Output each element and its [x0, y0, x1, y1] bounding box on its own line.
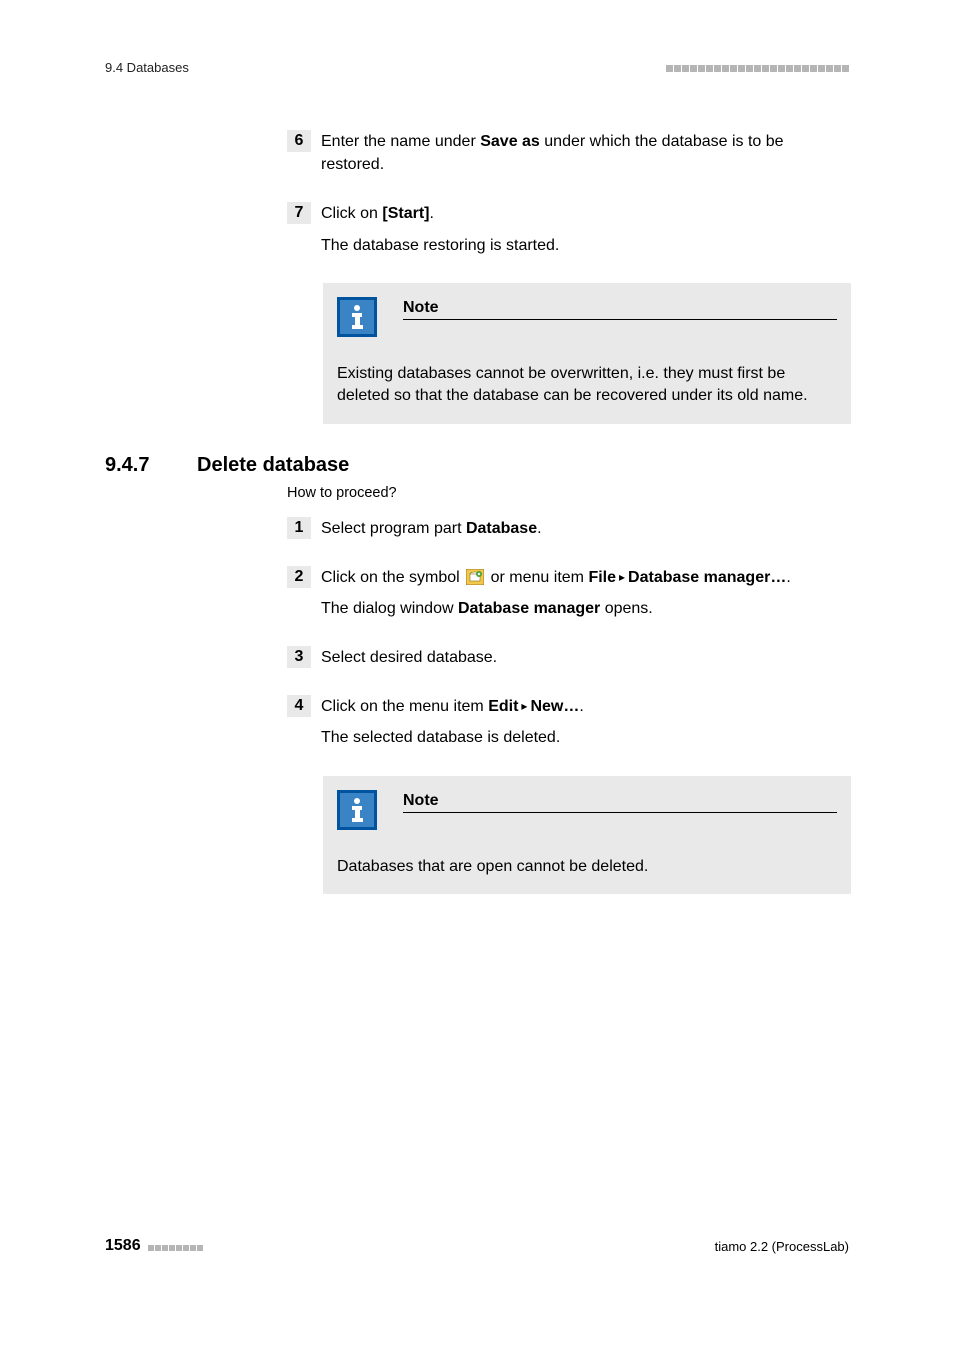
section-title: Delete database [197, 454, 349, 477]
menu-arrow-icon: ▸ [521, 699, 527, 713]
note-body: Existing databases cannot be overwritten… [337, 363, 837, 408]
step-row: 3 Select desired database. [287, 646, 849, 677]
step-text: Enter the name under Save as under which… [321, 130, 849, 184]
step-text-segment: or menu item [486, 569, 588, 586]
note-title: Note [403, 792, 837, 813]
step-text-segment: Click on [321, 205, 382, 222]
section-number: 9.4.7 [105, 454, 197, 477]
step-text-bold: Edit [488, 698, 518, 715]
step-text: Click on the menu item Edit▸New…. The se… [321, 695, 849, 757]
step-text-segment: Click on the menu item [321, 698, 488, 715]
step-subtext-segment: The dialog window [321, 600, 458, 617]
step-number: 6 [287, 130, 311, 152]
step-text: Click on the symbol or menu item File▸Da… [321, 566, 849, 628]
note-box: Note Databases that are open cannot be d… [323, 776, 851, 894]
page-number: 1586 [105, 1237, 141, 1255]
step-row: 2 Click on the symbol or menu item File▸… [287, 566, 849, 628]
header-breadcrumb: 9.4 Databases [105, 60, 189, 75]
step-text: Select desired database. [321, 646, 849, 677]
note-head: Note [337, 790, 837, 830]
info-icon [337, 790, 377, 830]
page-content: 6 Enter the name under Save as under whi… [105, 130, 849, 894]
page-footer: 1586 tiamo 2.2 (ProcessLab) [105, 1237, 849, 1255]
step-text-segment: . [786, 569, 790, 586]
step-text-segment: Select desired database. [321, 646, 849, 669]
step-number: 3 [287, 646, 311, 668]
step-text-bold: Database manager… [628, 569, 786, 586]
footer-squares-decor [147, 1239, 203, 1254]
step-subtext: The selected database is deleted. [321, 726, 849, 749]
step-row: 1 Select program part Database. [287, 517, 849, 548]
section-heading: 9.4.7 Delete database [105, 454, 849, 477]
step-number: 2 [287, 566, 311, 588]
note-title-wrap: Note [403, 297, 837, 320]
step-text-bold: File [588, 569, 616, 586]
header-squares-decor [665, 60, 849, 75]
step-text-segment: . [579, 698, 583, 715]
step-text: Click on [Start]. The database restoring… [321, 202, 849, 264]
footer-left: 1586 [105, 1237, 203, 1255]
step-text-segment: . [429, 205, 433, 222]
step-text-segment: . [537, 520, 541, 537]
step-text-segment: Enter the name under [321, 133, 480, 150]
step-number: 7 [287, 202, 311, 224]
step-text-bold: [Start] [382, 205, 429, 222]
menu-arrow-icon: ▸ [619, 570, 625, 584]
database-manager-icon [466, 569, 484, 585]
step-text-bold: Save as [480, 133, 540, 150]
document-page: 9.4 Databases 6 Enter the name under Sav… [0, 0, 954, 1350]
footer-product-name: tiamo 2.2 (ProcessLab) [715, 1239, 849, 1254]
step-text-bold: New… [530, 698, 579, 715]
step-text-segment: Select program part [321, 520, 466, 537]
note-title-wrap: Note [403, 790, 837, 813]
step-row: 7 Click on [Start]. The database restori… [287, 202, 849, 264]
step-text-bold: Database [466, 520, 537, 537]
step-row: 4 Click on the menu item Edit▸New…. The … [287, 695, 849, 757]
note-box: Note Existing databases cannot be overwr… [323, 283, 851, 424]
step-text-segment: Click on the symbol [321, 569, 464, 586]
step-subtext-segment: opens. [600, 600, 652, 617]
note-title: Note [403, 299, 837, 320]
page-header: 9.4 Databases [105, 60, 849, 75]
note-body: Databases that are open cannot be delete… [337, 856, 837, 878]
step-subtext-bold: Database manager [458, 600, 600, 617]
step-subtext: The database restoring is started. [321, 234, 849, 257]
info-icon [337, 297, 377, 337]
step-number: 1 [287, 517, 311, 539]
step-row: 6 Enter the name under Save as under whi… [287, 130, 849, 184]
section-subtitle: How to proceed? [287, 485, 849, 501]
step-text: Select program part Database. [321, 517, 849, 548]
note-head: Note [337, 297, 837, 337]
step-number: 4 [287, 695, 311, 717]
